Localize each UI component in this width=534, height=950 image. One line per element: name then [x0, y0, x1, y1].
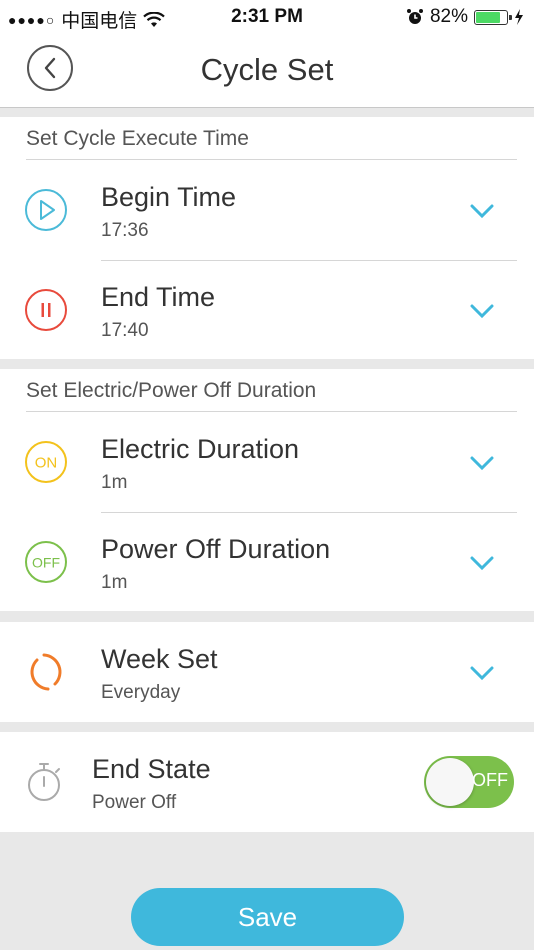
chevron-down-icon[interactable]: [470, 665, 494, 681]
cycle-icon: [30, 653, 62, 691]
duration-section: Set Electric/Power Off Duration ON Elect…: [0, 369, 534, 611]
end-time-label: End Time: [101, 282, 216, 312]
alarm-icon: [406, 9, 423, 24]
status-right: 82%: [406, 6, 524, 28]
chevron-down-icon[interactable]: [470, 555, 494, 571]
stopwatch-icon: [28, 763, 60, 801]
on-icon: ON: [25, 441, 67, 483]
battery-percent: 82%: [429, 6, 468, 27]
charging-bolt-icon: [515, 9, 523, 25]
section-header-execute-time: Set Cycle Execute Time: [26, 127, 249, 150]
toggle-label: OFF: [472, 770, 508, 790]
power-off-duration-value: 1m: [101, 572, 128, 593]
section-header-duration: Set Electric/Power Off Duration: [26, 379, 317, 402]
battery-fill: [476, 11, 501, 23]
page-title: Cycle Set: [200, 52, 334, 87]
battery-icon: [474, 9, 512, 25]
chevron-down-icon[interactable]: [470, 455, 494, 471]
begin-time-label: Begin Time: [101, 182, 237, 212]
save-button[interactable]: Save: [131, 888, 404, 946]
pause-icon: [25, 289, 67, 331]
week-set-label: Week Set: [101, 644, 218, 674]
off-icon-text: OFF: [32, 555, 60, 571]
electric-duration-row[interactable]: ON Electric Duration 1m: [0, 412, 534, 512]
begin-time-row[interactable]: Begin Time 17:36: [0, 160, 534, 260]
execute-time-section: Set Cycle Execute Time Begin Time 17:36 …: [0, 117, 534, 359]
week-set-row[interactable]: Week Set Everyday: [0, 622, 534, 722]
end-state-value: Power Off: [92, 792, 177, 813]
week-set-value: Everyday: [101, 682, 181, 703]
status-bar: ●●●●○ 中国电信 2:31 PM 82%: [0, 0, 534, 36]
nav-bar: Cycle Set: [0, 36, 534, 108]
electric-duration-value: 1m: [101, 472, 128, 493]
end-state-toggle[interactable]: OFF: [424, 756, 514, 808]
on-icon-text: ON: [35, 455, 58, 472]
power-off-duration-row[interactable]: OFF Power Off Duration 1m: [0, 512, 534, 611]
power-off-duration-label: Power Off Duration: [101, 534, 331, 564]
electric-duration-label: Electric Duration: [101, 434, 300, 464]
end-state-row: End State Power Off OFF: [0, 732, 534, 832]
toggle-knob: [426, 758, 474, 806]
end-time-value: 17:40: [101, 320, 149, 341]
chevron-down-icon[interactable]: [470, 303, 494, 319]
end-time-row[interactable]: End Time 17:40: [0, 260, 534, 359]
end-state-section: End State Power Off OFF: [0, 732, 534, 832]
begin-time-value: 17:36: [101, 220, 149, 241]
end-state-label: End State: [92, 754, 211, 784]
play-icon: [25, 189, 67, 231]
chevron-down-icon[interactable]: [470, 203, 494, 219]
week-set-section: Week Set Everyday: [0, 622, 534, 722]
off-icon: OFF: [25, 541, 67, 583]
